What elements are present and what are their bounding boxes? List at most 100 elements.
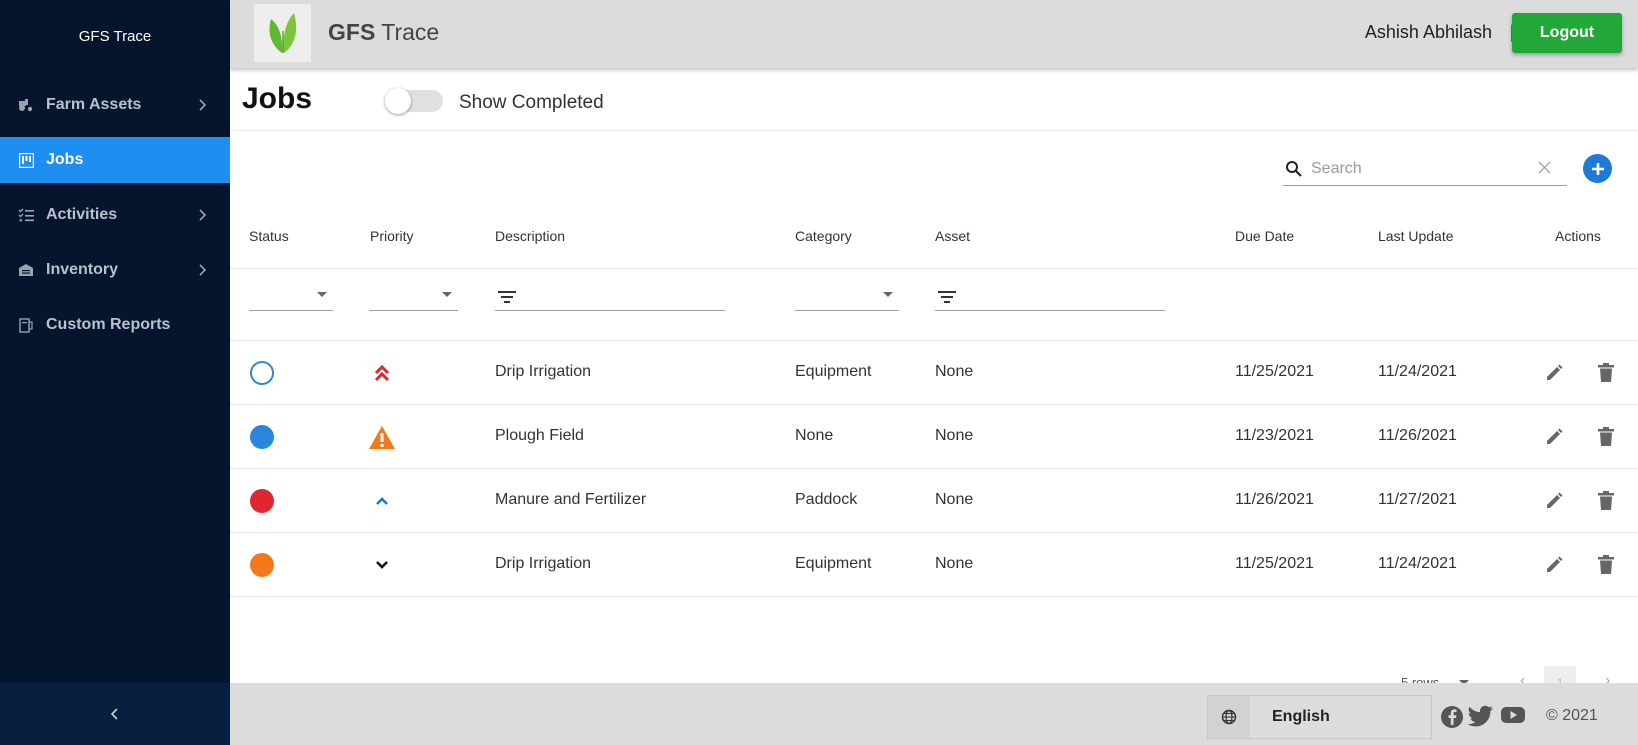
priority-filter-select[interactable] <box>369 278 458 311</box>
table-row[interactable]: Drip Irrigation Equipment None 11/25/202… <box>230 533 1638 597</box>
footer: English © 2021 <box>230 683 1638 745</box>
double-chevron-up-icon <box>368 359 396 387</box>
sidebar-item-activities[interactable]: Activities <box>0 192 230 238</box>
edit-icon[interactable] <box>1542 425 1566 449</box>
copyright-text: © 2021 <box>1546 707 1598 724</box>
last-update-cell: 11/26/2021 <box>1378 427 1457 444</box>
dropdown-arrow-icon <box>442 292 452 297</box>
main-content: Jobs Show Completed Status Priority Desc… <box>230 68 1638 690</box>
last-update-cell: 11/27/2021 <box>1378 491 1457 508</box>
status-not-started-icon <box>250 361 274 385</box>
table-row[interactable]: Manure and Fertilizer Paddock None 11/26… <box>230 469 1638 533</box>
category-filter-select[interactable] <box>795 278 899 311</box>
delete-icon[interactable] <box>1594 553 1618 577</box>
table-row[interactable]: Drip Irrigation Equipment None 11/25/202… <box>230 341 1638 405</box>
sidebar-collapse-button[interactable] <box>0 683 230 745</box>
column-header-due-date[interactable]: Due Date <box>1235 228 1294 244</box>
column-header-status[interactable]: Status <box>249 228 289 244</box>
facebook-icon[interactable] <box>1440 705 1464 734</box>
column-header-priority[interactable]: Priority <box>370 228 414 244</box>
sidebar-item-label: Custom Reports <box>46 316 171 333</box>
edit-icon[interactable] <box>1542 553 1566 577</box>
table-row[interactable]: Plough Field None None 11/23/2021 11/26/… <box>230 405 1638 469</box>
search-input[interactable] <box>1311 156 1531 182</box>
page-title: Jobs <box>242 82 313 115</box>
asset-cell: None <box>935 491 974 508</box>
column-header-asset[interactable]: Asset <box>935 228 970 244</box>
dropdown-arrow-icon <box>317 292 327 297</box>
sidebar-item-label: Farm Assets <box>46 96 142 113</box>
logout-button[interactable]: Logout <box>1512 13 1622 53</box>
youtube-icon[interactable] <box>1500 705 1526 730</box>
show-completed-toggle[interactable] <box>385 88 443 114</box>
clear-search-icon[interactable] <box>1538 161 1551 174</box>
column-header-actions: Actions <box>1555 228 1601 244</box>
status-in-progress-icon <box>250 425 274 449</box>
app-title: GFS Trace <box>328 19 440 45</box>
search-box <box>1283 154 1567 186</box>
description-cell: Drip Irrigation <box>495 555 592 572</box>
kanban-icon <box>18 152 34 168</box>
edit-icon[interactable] <box>1542 361 1566 385</box>
column-header-description[interactable]: Description <box>495 228 565 244</box>
sidebar-brand: GFS Trace <box>78 27 152 45</box>
chevron-right-icon <box>199 99 207 111</box>
sidebar-item-custom-reports[interactable]: Custom Reports <box>0 302 230 348</box>
toggle-knob <box>385 88 411 114</box>
add-job-button[interactable] <box>1583 154 1612 183</box>
checklist-icon <box>18 207 34 223</box>
sidebar: GFS Trace Farm Assets Jobs Activities In… <box>0 0 230 745</box>
last-update-cell: 11/24/2021 <box>1378 363 1457 380</box>
edit-icon[interactable] <box>1542 489 1566 513</box>
status-filter-select[interactable] <box>249 278 333 311</box>
sidebar-item-label: Inventory <box>46 261 119 278</box>
user-name: Ashish Abhilash <box>1364 22 1492 42</box>
globe-icon <box>1208 696 1250 738</box>
due-date-cell: 11/25/2021 <box>1235 363 1314 380</box>
tractor-icon <box>18 97 34 113</box>
filter-icon <box>498 291 516 303</box>
dropdown-arrow-icon <box>883 292 893 297</box>
language-select[interactable]: English <box>1207 695 1432 739</box>
due-date-cell: 11/25/2021 <box>1235 555 1314 572</box>
due-date-cell: 11/23/2021 <box>1235 427 1314 444</box>
sidebar-item-farm-assets[interactable]: Farm Assets <box>0 82 230 128</box>
report-icon <box>18 317 34 333</box>
chevron-up-icon <box>368 487 396 515</box>
search-icon <box>1286 161 1302 177</box>
sidebar-item-jobs[interactable]: Jobs <box>0 137 230 183</box>
asset-cell: None <box>935 363 974 380</box>
warning-icon <box>368 423 396 451</box>
description-filter-input[interactable] <box>495 278 725 311</box>
leaf-logo-icon <box>268 13 296 53</box>
description-cell: Plough Field <box>495 427 584 444</box>
sidebar-nav: Farm Assets Jobs Activities Inventory Cu… <box>0 82 230 348</box>
delete-icon[interactable] <box>1594 361 1618 385</box>
status-pending-icon <box>250 553 274 577</box>
show-completed-label: Show Completed <box>459 92 604 113</box>
category-cell: None <box>795 427 834 444</box>
filter-icon <box>938 291 956 303</box>
asset-filter-input[interactable] <box>935 278 1165 311</box>
description-cell: Drip Irrigation <box>495 363 592 380</box>
category-cell: Equipment <box>795 555 872 572</box>
sidebar-item-inventory[interactable]: Inventory <box>0 247 230 293</box>
top-header: GFS Trace Ashish Abhilash | Logout <box>230 0 1638 68</box>
chevron-right-icon <box>199 264 207 276</box>
column-header-category[interactable]: Category <box>795 228 852 244</box>
twitter-icon[interactable] <box>1467 705 1494 732</box>
asset-cell: None <box>935 555 974 572</box>
delete-icon[interactable] <box>1594 425 1618 449</box>
last-update-cell: 11/24/2021 <box>1378 555 1457 572</box>
due-date-cell: 11/26/2021 <box>1235 491 1314 508</box>
description-cell: Manure and Fertilizer <box>495 491 647 508</box>
sidebar-item-label: Activities <box>46 206 118 223</box>
sidebar-item-label: Jobs <box>46 151 84 168</box>
status-overdue-icon <box>250 489 274 513</box>
column-header-last-update[interactable]: Last Update <box>1378 228 1454 244</box>
chevron-down-icon <box>368 551 396 579</box>
header-divider <box>230 268 1638 269</box>
language-label: English <box>1272 708 1330 725</box>
delete-icon[interactable] <box>1594 489 1618 513</box>
chevron-right-icon <box>199 209 207 221</box>
